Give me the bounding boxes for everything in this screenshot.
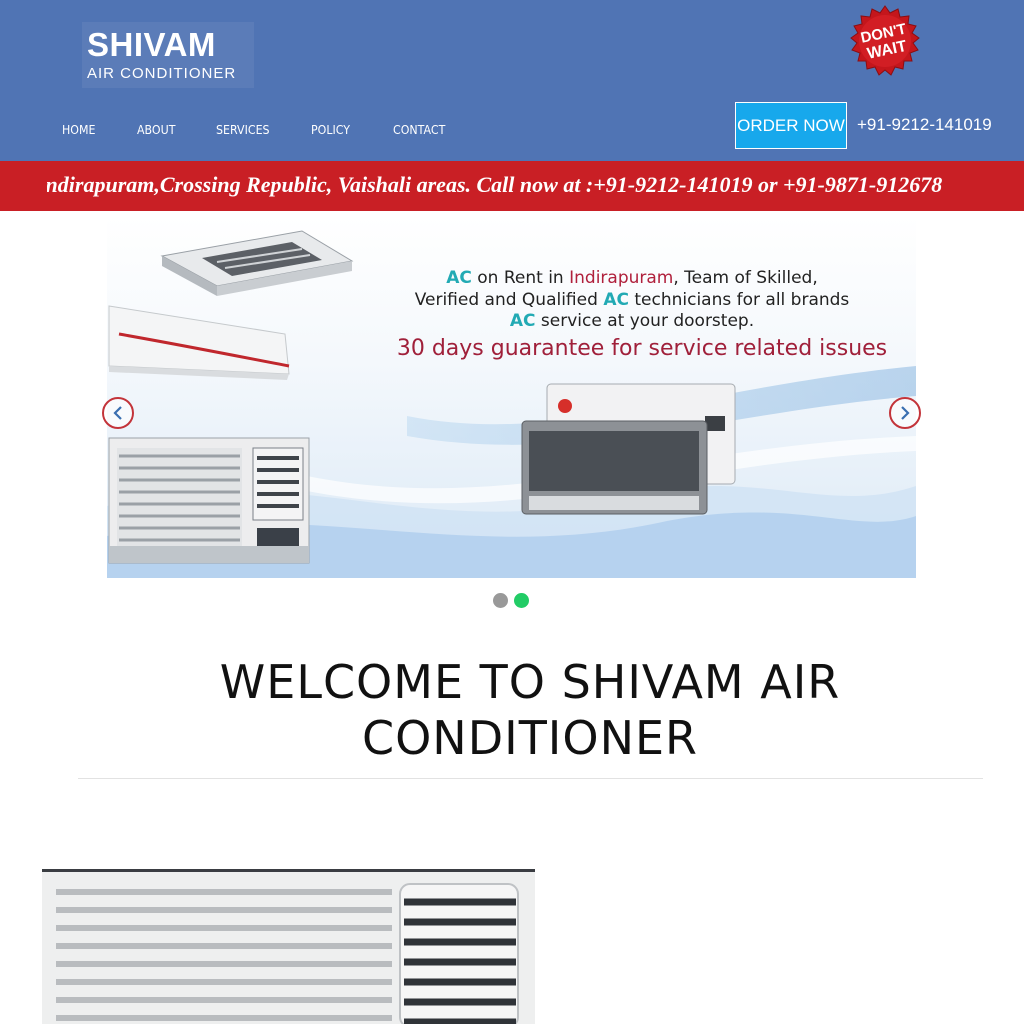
nav-home-link[interactable]: HOME [62, 123, 95, 137]
caption-ac-1: AC [446, 268, 472, 288]
caption-line3-end: service at your doorstep. [535, 311, 755, 331]
caption-place: Indirapuram [569, 268, 674, 288]
slider-prev-button[interactable] [102, 397, 134, 429]
hero-slider: AC on Rent in Indirapuram, Team of Skill… [107, 216, 916, 578]
window-ac-product-image [42, 869, 535, 1024]
order-now-button[interactable]: ORDER NOW [735, 102, 847, 149]
nav-contact-link[interactable]: CONTACT [393, 123, 445, 137]
caption-line2-start: Verified and Qualified [414, 289, 604, 310]
site-header: SHIVAM AIR CONDITIONER DON'T WAIT HOME A… [0, 0, 1024, 161]
chevron-left-icon [113, 406, 122, 420]
header-phone[interactable]: +91-9212-141019 [857, 115, 992, 135]
logo-name: SHIVAM [87, 26, 216, 63]
dont-wait-badge-icon: DON'T WAIT [850, 5, 920, 76]
caption-line1-mid: on Rent in [471, 268, 570, 288]
nav-policy-link[interactable]: POLICY [311, 123, 350, 137]
slider-dot-2[interactable] [514, 593, 529, 608]
window-ac-illustration [42, 872, 535, 1024]
split-ac-image [108, 305, 290, 380]
guarantee-text: 30 days guarantee for service related is… [396, 336, 888, 361]
caption-ac-3: AC [509, 311, 536, 331]
caption-line1-end: , Team of Skilled, [673, 268, 818, 288]
marquee-text: Indirapuram,Crossing Republic, Vaishali … [47, 172, 943, 197]
wall-ac-image [521, 383, 736, 515]
welcome-line-2: CONDITIONER [361, 711, 699, 765]
logo-tagline: AIR CONDITIONER [87, 65, 237, 82]
chevron-right-icon [901, 406, 910, 420]
slider-dot-1[interactable] [493, 593, 508, 608]
welcome-heading: WELCOME TO SHIVAM AIR CONDITIONER [150, 654, 910, 766]
nav-about-link[interactable]: ABOUT [137, 123, 175, 137]
caption-line2-end: technicians for all brands [628, 289, 850, 310]
caption-ac-2: AC [603, 289, 629, 310]
cassette-ac-image [160, 230, 354, 296]
welcome-line-1: WELCOME TO SHIVAM AIR [219, 655, 841, 709]
section-divider [78, 778, 983, 779]
window-ac-image [108, 437, 310, 564]
slide-caption: AC on Rent in Indirapuram, Team of Skill… [362, 268, 902, 333]
announcement-marquee: Indirapuram,Crossing Republic, Vaishali … [0, 161, 1024, 211]
slider-next-button[interactable] [889, 397, 921, 429]
marquee-viewport: Indirapuram,Crossing Republic, Vaishali … [47, 161, 987, 211]
logo[interactable]: SHIVAM AIR CONDITIONER [82, 22, 254, 88]
nav-services-link[interactable]: SERVICES [216, 123, 270, 137]
